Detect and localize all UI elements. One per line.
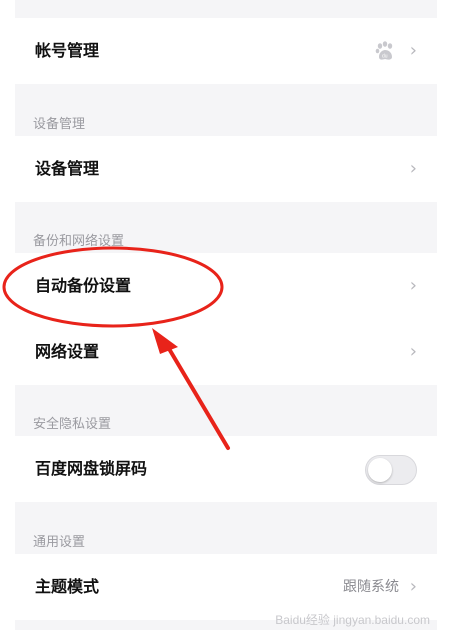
baidu-paw-icon: du — [375, 41, 393, 60]
lock-screen-toggle[interactable] — [365, 455, 417, 485]
section-title-backup-network: 备份和网络设置 — [33, 234, 125, 249]
account-management-row[interactable]: 帐号管理 du › — [15, 18, 437, 84]
device-management-row[interactable]: 设备管理 › — [15, 136, 437, 202]
svg-text:du: du — [382, 54, 388, 60]
account-management-label: 帐号管理 — [35, 41, 100, 60]
section-title-device: 设备管理 — [33, 117, 86, 132]
theme-mode-label: 主题模式 — [35, 577, 100, 596]
chevron-right-icon: › — [409, 275, 417, 296]
toggle-knob — [368, 458, 392, 482]
chevron-right-icon: › — [409, 341, 417, 362]
watermark: Baidu经验 jingyan.baidu.com — [275, 613, 430, 627]
lock-screen-code-label: 百度网盘锁屏码 — [35, 459, 148, 478]
chevron-right-icon: › — [409, 40, 417, 61]
auto-backup-label: 自动备份设置 — [35, 276, 132, 295]
device-management-label: 设备管理 — [35, 159, 100, 178]
network-settings-label: 网络设置 — [35, 342, 100, 361]
auto-backup-row[interactable]: 自动备份设置 › — [15, 253, 437, 319]
network-settings-row[interactable]: 网络设置 › — [15, 319, 437, 385]
chevron-right-icon: › — [409, 158, 417, 179]
section-title-privacy: 安全隐私设置 — [33, 417, 112, 432]
section-title-general: 通用设置 — [33, 535, 86, 550]
lock-screen-code-row: 百度网盘锁屏码 — [15, 436, 437, 502]
